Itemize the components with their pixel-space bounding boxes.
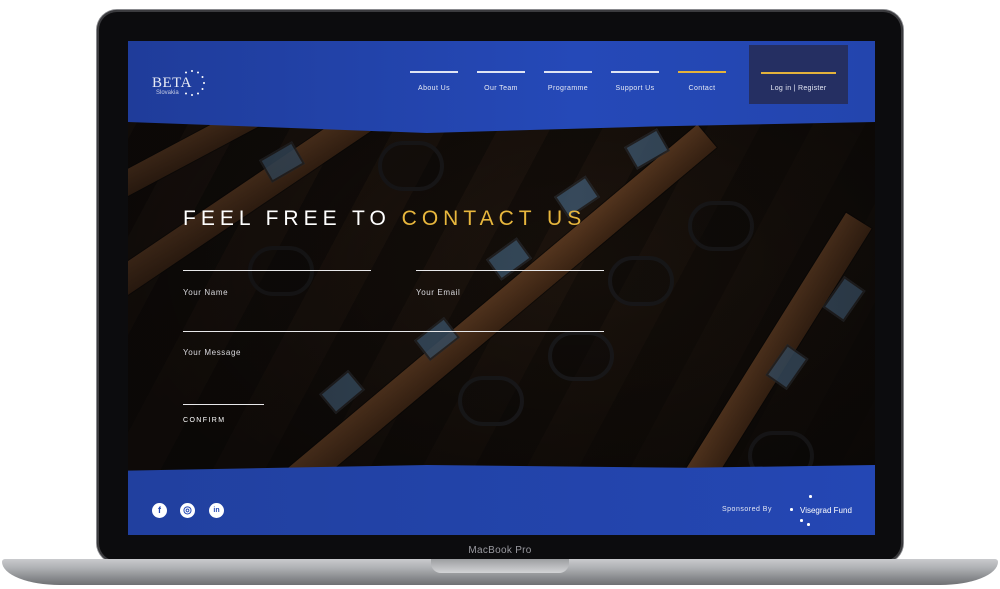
sponsored-by-label: Sponsored By xyxy=(722,506,772,513)
message-field-label: Your Message xyxy=(183,348,242,357)
name-field-label: Your Name xyxy=(183,288,229,297)
confirm-underline xyxy=(183,404,264,405)
nav-indicator xyxy=(544,71,592,73)
title-part-highlight: CONTACT US xyxy=(401,207,587,230)
nav-label: About Us xyxy=(418,85,450,92)
laptop-notch xyxy=(431,559,569,573)
linkedin-icon[interactable]: in xyxy=(209,503,224,518)
page-title: FEEL FREE TO CONTACT US xyxy=(183,207,586,231)
nav-indicator xyxy=(611,71,659,73)
nav-item-programme[interactable]: Programme xyxy=(544,71,592,92)
login-label: Log in | Register xyxy=(770,85,827,92)
facebook-icon[interactable]: f xyxy=(152,503,167,518)
nav-label: Contact xyxy=(688,85,716,92)
nav-item-contact[interactable]: Contact xyxy=(678,71,726,92)
site-footer xyxy=(128,465,875,535)
login-indicator xyxy=(761,72,836,74)
visegrad-fund-logo[interactable]: Visegrad Fund xyxy=(790,495,870,529)
nav-label: Support Us xyxy=(615,85,655,92)
nav-item-support-us[interactable]: Support Us xyxy=(611,71,659,92)
email-field-label: Your Email xyxy=(416,288,461,297)
device-label: MacBook Pro xyxy=(468,545,532,556)
browser-screen: BETA Slovakia About Us Our Team Programm… xyxy=(128,41,875,535)
message-input[interactable] xyxy=(183,331,604,332)
nav-indicator xyxy=(477,71,525,73)
name-input[interactable] xyxy=(183,270,371,271)
nav-item-about-us[interactable]: About Us xyxy=(410,71,458,92)
beta-logo[interactable]: BETA Slovakia xyxy=(152,69,212,101)
confirm-button[interactable]: CONFIRM xyxy=(183,417,225,424)
nav-label: Our Team xyxy=(484,85,518,92)
instagram-icon[interactable]: ◎ xyxy=(180,503,195,518)
nav-indicator xyxy=(410,71,458,73)
nav-label: Programme xyxy=(547,85,589,92)
email-input[interactable] xyxy=(416,270,604,271)
login-register-button[interactable]: Log in | Register xyxy=(749,45,848,104)
nav-indicator-active xyxy=(678,71,726,73)
site-header: BETA Slovakia About Us Our Team Programm… xyxy=(128,41,875,133)
sponsor-name: Visegrad Fund xyxy=(800,506,852,515)
logo-subtitle: Slovakia xyxy=(156,90,179,96)
title-part-white: FEEL FREE TO xyxy=(183,207,402,230)
nav-item-our-team[interactable]: Our Team xyxy=(477,71,525,92)
